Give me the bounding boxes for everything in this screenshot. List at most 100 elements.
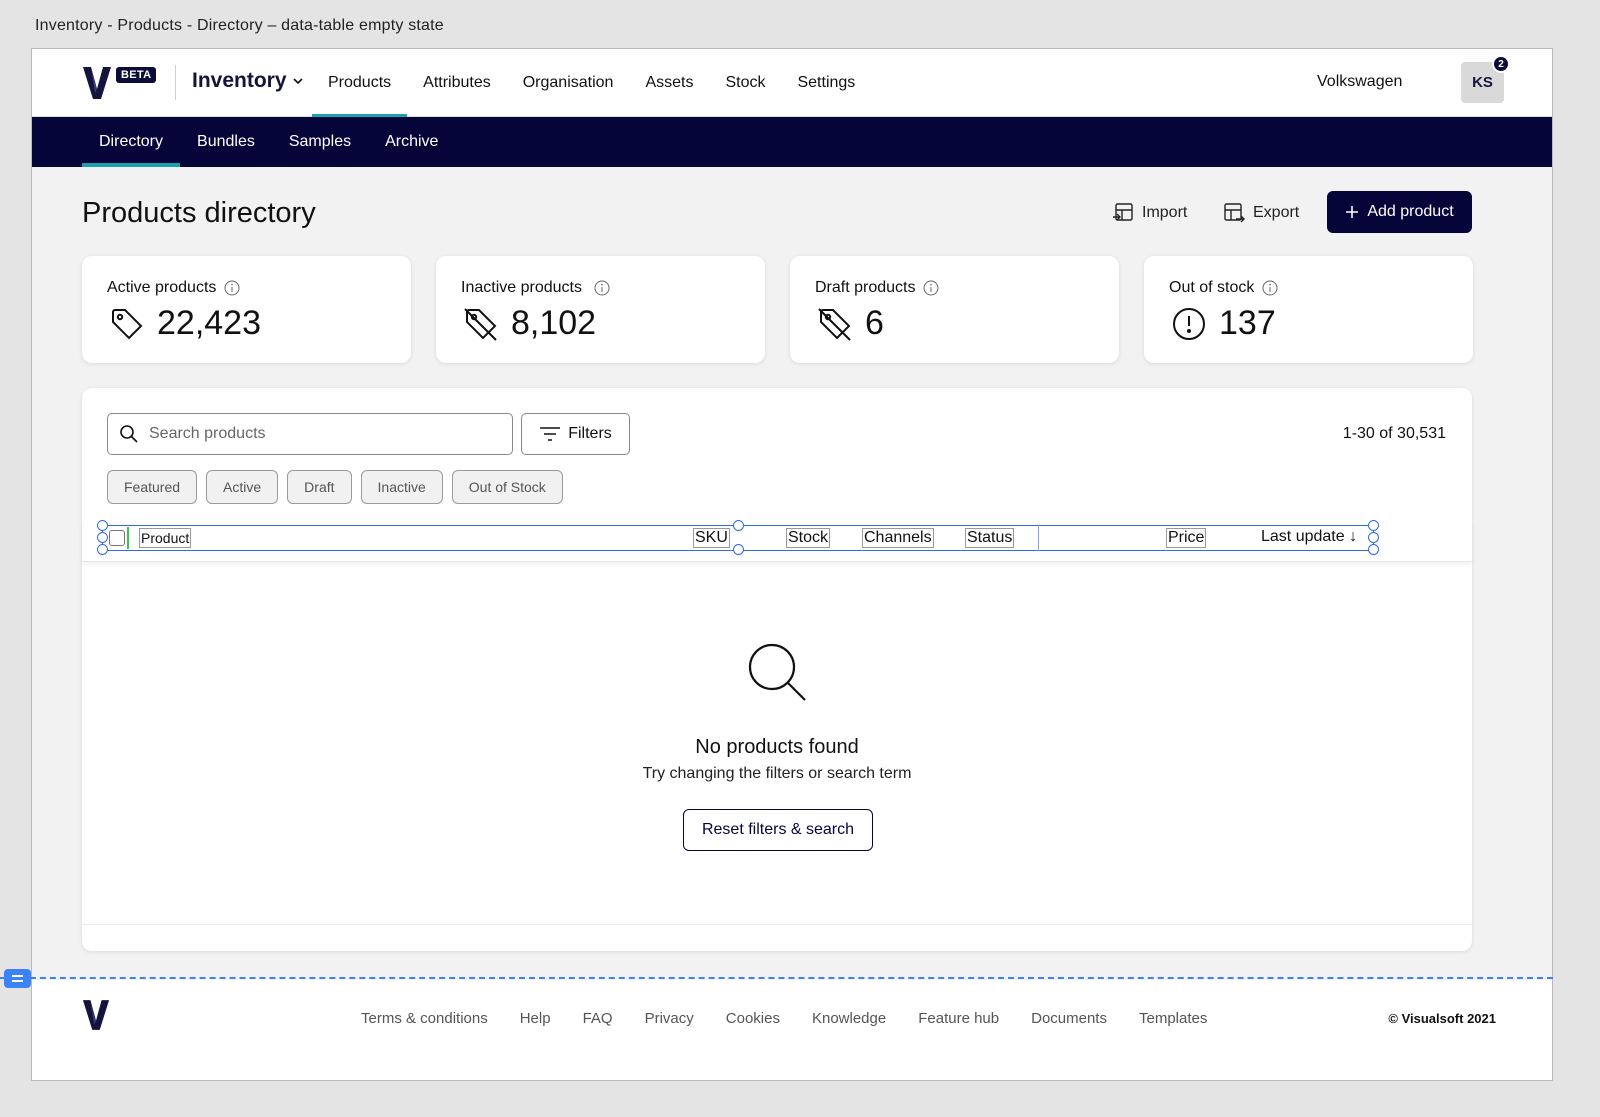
tag-off-icon — [464, 308, 497, 341]
layout-guide-line — [0, 977, 1553, 979]
empty-state-title: No products found — [695, 736, 859, 758]
company-switcher[interactable]: Volkswagen — [1317, 73, 1402, 91]
page-title: Products directory — [82, 197, 316, 229]
select-all-checkbox[interactable] — [109, 530, 125, 546]
products-table-panel: Filters 1-30 of 30,531 Featured Active D… — [82, 388, 1472, 951]
stat-label: Out of stock — [1169, 279, 1255, 296]
subnav-archive[interactable]: Archive — [368, 117, 455, 167]
nav-attributes[interactable]: Attributes — [407, 49, 507, 117]
resize-handle[interactable] — [1368, 544, 1379, 555]
column-sku[interactable]: SKU — [693, 528, 730, 548]
column-divider — [127, 527, 129, 549]
page-footer: Terms & conditions Help FAQ Privacy Cook… — [32, 980, 1552, 1080]
resize-handle[interactable] — [97, 532, 108, 543]
quick-filter-chips: Featured Active Draft Inactive Out of St… — [107, 470, 563, 504]
resize-handle[interactable] — [1368, 532, 1379, 543]
chip-out-of-stock[interactable]: Out of Stock — [451, 470, 563, 504]
resize-handle[interactable] — [97, 520, 108, 531]
logo-icon[interactable] — [82, 65, 112, 101]
add-product-button[interactable]: Add product — [1327, 191, 1472, 233]
nav-settings[interactable]: Settings — [781, 49, 871, 117]
search-icon — [120, 425, 138, 443]
nav-organisation[interactable]: Organisation — [507, 49, 630, 117]
alert-circle-icon — [1173, 308, 1205, 340]
table-header-row: Product SKU Stock Channels Status Price … — [82, 520, 1472, 562]
nav-assets[interactable]: Assets — [629, 49, 709, 117]
copyright: © Visualsoft 2021 — [1388, 1011, 1496, 1026]
plus-icon — [1346, 206, 1359, 218]
export-icon — [1224, 203, 1245, 223]
chevron-down-icon — [292, 78, 303, 85]
footer-link-faq[interactable]: FAQ — [567, 1010, 629, 1027]
stat-label: Draft products — [815, 279, 916, 296]
resize-handle[interactable] — [733, 520, 744, 531]
stat-value: 8,102 — [511, 304, 597, 342]
footer-link-cookies[interactable]: Cookies — [710, 1010, 796, 1027]
subnav-bundles[interactable]: Bundles — [180, 117, 272, 167]
tag-off-icon — [818, 308, 851, 341]
chip-featured[interactable]: Featured — [107, 470, 198, 504]
stat-card-active: Active products 22,423 — [82, 256, 411, 363]
resize-handle[interactable] — [733, 544, 744, 555]
main-nav: Products Attributes Organisation Assets … — [312, 49, 871, 118]
logo-icon[interactable] — [82, 998, 110, 1032]
column-product[interactable]: Product — [139, 528, 192, 548]
filter-icon — [540, 427, 561, 441]
add-product-label: Add product — [1367, 203, 1454, 220]
footer-link-templates[interactable]: Templates — [1123, 1010, 1223, 1027]
app-window: BETA Inventory Products Attributes Organ… — [31, 48, 1553, 1081]
column-price[interactable]: Price — [1166, 528, 1207, 548]
magnifier-icon — [748, 643, 806, 701]
import-button[interactable]: Import — [1112, 202, 1187, 224]
stat-value: 6 — [865, 304, 884, 342]
stat-card-out-of-stock: Out of stock 137 — [1144, 256, 1473, 363]
import-label: Import — [1142, 204, 1188, 221]
column-status[interactable]: Status — [965, 528, 1015, 548]
empty-state-subtitle: Try changing the filters or search term — [642, 765, 912, 782]
column-channels[interactable]: Channels — [862, 528, 934, 548]
search-field[interactable] — [107, 413, 513, 455]
filters-button[interactable]: Filters — [521, 413, 630, 455]
footer-link-knowledge[interactable]: Knowledge — [796, 1010, 902, 1027]
results-count: 1-30 of 30,531 — [1342, 425, 1446, 442]
column-divider — [1038, 525, 1039, 551]
column-last-update[interactable]: Last update ↓ — [1260, 528, 1358, 546]
nav-products[interactable]: Products — [312, 49, 408, 118]
nav-stock[interactable]: Stock — [709, 49, 781, 117]
info-icon[interactable] — [594, 280, 610, 296]
guide-handle-icon[interactable] — [4, 969, 31, 988]
chip-inactive[interactable]: Inactive — [360, 470, 443, 504]
footer-link-documents[interactable]: Documents — [1015, 1010, 1123, 1027]
app-switcher[interactable]: Inventory — [192, 69, 303, 93]
stat-card-inactive: Inactive products 8,102 — [436, 256, 765, 363]
info-icon[interactable] — [923, 280, 939, 296]
frame-caption: Inventory - Products - Directory – data-… — [35, 17, 444, 34]
info-icon[interactable] — [224, 280, 240, 296]
chip-draft[interactable]: Draft — [287, 470, 352, 504]
nav-divider — [175, 65, 176, 100]
info-icon[interactable] — [1262, 280, 1278, 296]
resize-handle[interactable] — [97, 544, 108, 555]
stat-card-draft: Draft products 6 — [790, 256, 1119, 363]
subnav-samples[interactable]: Samples — [272, 117, 368, 167]
stat-value: 22,423 — [157, 304, 261, 342]
import-icon — [1113, 203, 1133, 221]
footer-links: Terms & conditions Help FAQ Privacy Cook… — [345, 1010, 1223, 1027]
app-name: Inventory — [192, 69, 287, 92]
subnav-directory[interactable]: Directory — [82, 117, 181, 167]
export-button[interactable]: Export — [1223, 202, 1299, 224]
reset-filters-button[interactable]: Reset filters & search — [683, 809, 873, 851]
column-stock[interactable]: Stock — [786, 528, 831, 548]
footer-link-feature-hub[interactable]: Feature hub — [902, 1010, 1015, 1027]
stat-value: 137 — [1219, 304, 1276, 342]
beta-badge: BETA — [116, 67, 157, 83]
notification-badge[interactable]: 2 — [1492, 55, 1510, 73]
footer-link-terms[interactable]: Terms & conditions — [345, 1010, 504, 1027]
export-label: Export — [1253, 204, 1300, 221]
footer-link-help[interactable]: Help — [504, 1010, 567, 1027]
resize-handle[interactable] — [1368, 520, 1379, 531]
footer-link-privacy[interactable]: Privacy — [629, 1010, 710, 1027]
chip-active[interactable]: Active — [206, 470, 279, 504]
search-input[interactable] — [149, 425, 489, 443]
panel-footer-divider — [82, 924, 1472, 925]
